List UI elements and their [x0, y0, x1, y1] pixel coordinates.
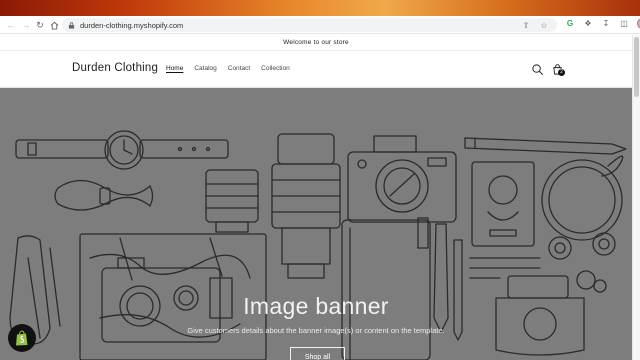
extension-icon-g[interactable]: G — [565, 19, 575, 29]
shopify-bag-icon[interactable] — [8, 324, 36, 352]
main-menu: Home Catalog Contact Collection — [166, 65, 290, 73]
home-icon[interactable] — [47, 18, 61, 32]
reload-icon[interactable]: ↻ — [33, 18, 47, 32]
address-bar[interactable]: durden-clothing.myshopify.com ⇧ ☆ — [62, 18, 557, 32]
shop-all-button[interactable]: Shop all — [290, 347, 345, 360]
announcement-bar: Welcome to our store — [0, 35, 632, 51]
image-banner: Image banner Give customers details abou… — [0, 88, 632, 360]
sidebar-panel-icon[interactable]: ◫ — [619, 19, 629, 29]
browser-toolbar: ← → ↻ durden-clothing.myshopify.com ⇧ ☆ … — [0, 16, 640, 34]
store-header: Durden Clothing Home Catalog Contact Col… — [0, 51, 632, 88]
banner-description: Give customers details about the banner … — [187, 326, 445, 335]
cart-count-badge: 2 — [558, 69, 565, 76]
store-logo-text[interactable]: Durden Clothing — [72, 62, 158, 74]
share-icon[interactable]: ⇧ — [521, 20, 531, 30]
nav-home[interactable]: Home — [166, 65, 183, 73]
desktop-wallpaper — [0, 0, 640, 16]
nav-catalog[interactable]: Catalog — [194, 65, 216, 73]
nav-contact[interactable]: Contact — [228, 65, 250, 73]
page-scrollbar[interactable] — [632, 35, 640, 360]
banner-heading: Image banner — [243, 293, 389, 319]
scrollbar-thumb[interactable] — [634, 37, 639, 97]
forward-icon[interactable]: → — [19, 18, 33, 32]
back-icon[interactable]: ← — [4, 18, 18, 32]
puzzle-extensions-icon[interactable]: ❖ — [583, 19, 593, 29]
bookmark-star-icon[interactable]: ☆ — [539, 20, 549, 30]
nav-collection[interactable]: Collection — [261, 65, 290, 73]
search-icon[interactable] — [531, 63, 544, 76]
lock-icon — [68, 21, 75, 29]
download-icon[interactable]: ↧ — [601, 19, 611, 29]
url-text: durden-clothing.myshopify.com — [80, 20, 184, 30]
